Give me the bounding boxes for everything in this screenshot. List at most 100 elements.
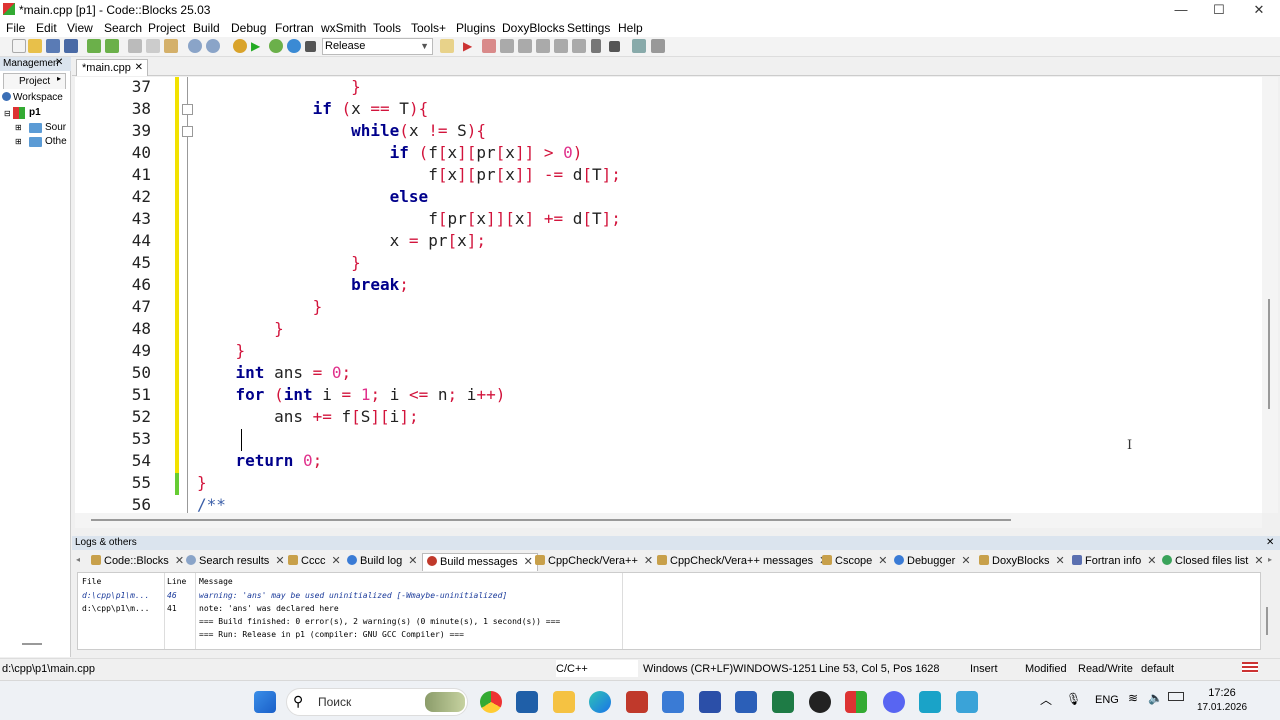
close-icon[interactable]: ✕ [1254,555,1263,567]
menu-wxsmith[interactable]: wxSmith [321,21,366,35]
chevron-left-icon[interactable]: ◂ [76,555,80,564]
expand-minus-icon[interactable]: ⊟ [4,109,11,118]
folder-sources[interactable]: Sour [45,122,66,133]
scroll-thumb[interactable] [1266,607,1268,635]
new-file-icon[interactable] [12,39,26,53]
rebuild-icon[interactable] [287,39,301,53]
code-line[interactable]: } [197,319,284,338]
code-editor[interactable]: } if (x == T){ while(x != S){ if (f[x][p… [75,77,1262,513]
chevron-right-icon[interactable]: ▸ [1268,555,1272,564]
stop-debug-icon[interactable] [609,41,620,52]
close-icon[interactable]: ✕ [55,57,63,68]
taskbar-time[interactable]: 17:26 [1196,687,1248,699]
word-icon[interactable] [735,691,757,713]
code-line[interactable]: } [197,341,246,360]
menu-tools[interactable]: Tools [373,21,401,35]
tab-doxyblocks[interactable]: DoxyBlocks ✕ [979,553,1065,571]
next-instruction-icon[interactable] [554,39,568,53]
status-language[interactable]: C/C++ [556,660,638,677]
discord-icon[interactable] [883,691,905,713]
code-line[interactable]: /** [197,495,226,513]
chevron-up-icon[interactable]: ︿ [1040,691,1052,708]
close-button[interactable]: ✕ [1240,0,1278,19]
excel-icon[interactable] [772,691,794,713]
project-label[interactable]: p1 [29,107,41,118]
app-icon[interactable] [956,691,978,713]
code-line[interactable]: x = pr[x]; [197,231,486,250]
undo-icon[interactable] [87,39,101,53]
replace-icon[interactable] [206,39,220,53]
tab-debugger[interactable]: Debugger ✕ [894,553,971,571]
code-line[interactable]: else [197,187,429,206]
chevron-right-icon[interactable]: ▸ [57,74,61,83]
cut-icon[interactable] [128,39,142,53]
tab-closed-files[interactable]: Closed files list ✕ [1162,553,1264,571]
close-icon[interactable]: ✕ [644,555,653,567]
close-icon[interactable]: ✕ [1055,555,1064,567]
editor-vertical-scrollbar[interactable] [1262,77,1278,513]
code-line[interactable]: } [197,253,361,272]
debug-start-icon[interactable]: ▶ [463,39,477,53]
menu-edit[interactable]: Edit [36,21,57,35]
app-icon[interactable] [919,691,941,713]
close-icon[interactable]: ✕ [1266,537,1274,548]
code-line[interactable]: f[x][pr[x]] -= d[T]; [197,165,621,184]
expand-plus-icon[interactable]: ⊞ [15,137,22,146]
battery-icon[interactable] [1168,692,1184,701]
scroll-thumb[interactable] [1268,299,1270,409]
scroll-thumb[interactable] [91,519,1011,521]
menu-settings[interactable]: Settings [567,21,610,35]
volume-icon[interactable]: 🔈 [1148,691,1163,705]
wifi-icon[interactable]: ≋ [1128,691,1138,705]
build-run-icon[interactable] [269,39,283,53]
codeblocks-taskbar-icon[interactable] [845,691,867,713]
close-icon[interactable]: ✕ [331,555,340,567]
maximize-button[interactable]: ☐ [1200,0,1238,19]
code-line[interactable]: } [197,77,361,96]
menu-build[interactable]: Build [193,21,220,35]
editor-horizontal-scrollbar[interactable] [75,513,1262,528]
taskbar-search[interactable]: ⚲ Поиск [286,688,468,716]
run-to-cursor-icon[interactable] [482,39,496,53]
file-explorer-icon[interactable] [553,691,575,713]
save-all-icon[interactable] [64,39,78,53]
microphone-icon[interactable]: 🎙 [1066,692,1081,706]
code-line[interactable]: for (int i = 1; i <= n; i++) [197,385,506,404]
close-icon[interactable]: ✕ [135,60,143,76]
target-dialog-icon[interactable] [440,39,454,53]
chrome-icon[interactable] [480,691,502,713]
tab-main-cpp[interactable]: *main.cpp ✕ [76,59,148,76]
app-icon[interactable] [626,691,648,713]
run-icon[interactable]: ▶ [251,39,265,53]
copy-icon[interactable] [146,39,160,53]
store-icon[interactable] [516,691,538,713]
code-line[interactable]: f[pr[x]][x] += d[T]; [197,209,621,228]
workspace-label[interactable]: Workspace [13,92,63,103]
abort-icon[interactable] [305,41,316,52]
close-icon[interactable]: ✕ [408,555,417,567]
taskbar-date[interactable]: 17.01.2026 [1194,702,1250,713]
menu-doxyblocks[interactable]: DoxyBlocks [502,21,565,35]
redo-icon[interactable] [105,39,119,53]
tab-search-results[interactable]: Search results ✕ [186,553,285,571]
column-header-file[interactable]: File [82,577,101,586]
code-line[interactable]: if (f[x][pr[x]] > 0) [197,143,583,162]
menu-file[interactable]: File [6,21,25,35]
folder-others[interactable]: Othe [45,136,67,147]
build-target-select[interactable]: Release ▼ [322,38,433,55]
menu-search[interactable]: Search [104,21,142,35]
fold-marker-icon[interactable] [182,104,193,115]
code-line[interactable]: break; [197,275,409,294]
find-icon[interactable] [188,39,202,53]
build-messages-list[interactable]: File Line Message d:\cpp\p1\m... 46 warn… [77,572,1268,650]
save-icon[interactable] [46,39,60,53]
tab-cscope[interactable]: Cscope ✕ [822,553,888,571]
menu-tools-plus[interactable]: Tools+ [411,21,446,35]
code-line[interactable]: ans += f[S][i]; [197,407,419,426]
code-line[interactable]: int ans = 0; [197,363,352,382]
menu-project[interactable]: Project [148,21,185,35]
close-icon[interactable]: ✕ [961,555,970,567]
app-icon[interactable] [699,691,721,713]
menu-fortran[interactable]: Fortran [275,21,314,35]
code-line[interactable]: } [197,297,323,316]
